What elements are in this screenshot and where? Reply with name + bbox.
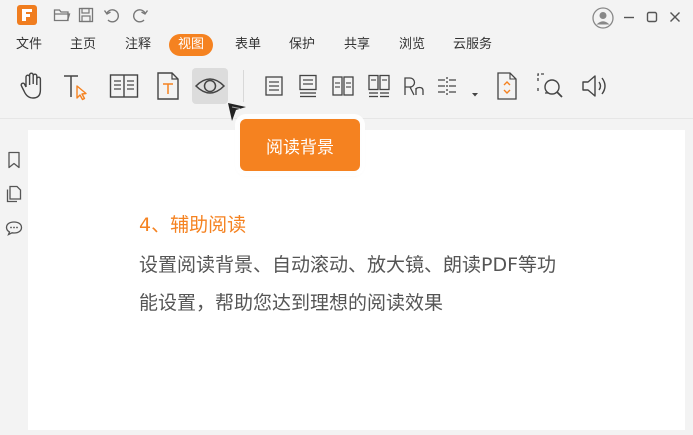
book-view-icon[interactable] (106, 68, 142, 104)
continuous-facing-icon[interactable] (361, 68, 397, 104)
comment-icon[interactable] (5, 219, 23, 237)
menu-file[interactable]: 文件 (16, 34, 42, 56)
bookmark-icon[interactable] (5, 151, 23, 169)
open-folder-icon[interactable] (52, 5, 72, 25)
redo-icon[interactable] (130, 5, 150, 25)
undo-icon[interactable] (102, 5, 122, 25)
single-page-icon[interactable] (256, 68, 292, 104)
menu-protect[interactable]: 保护 (289, 34, 315, 56)
close-icon[interactable] (666, 8, 684, 26)
auto-scroll-icon[interactable] (489, 68, 525, 104)
menu-share[interactable]: 共享 (344, 34, 370, 56)
foxit-logo-icon (17, 5, 37, 25)
reflow-icon[interactable] (396, 68, 432, 104)
facing-pages-icon[interactable] (325, 68, 361, 104)
title-bar (0, 0, 693, 34)
pages-icon[interactable] (5, 185, 23, 203)
hand-tool-icon[interactable] (14, 68, 50, 104)
magnifier-icon[interactable] (532, 68, 568, 104)
text-page-icon[interactable] (150, 68, 186, 104)
menu-form[interactable]: 表单 (235, 34, 261, 56)
menu-view[interactable]: 视图 (169, 34, 214, 56)
tooltip-label: 阅读背景 (266, 137, 334, 158)
split-view-icon[interactable] (432, 68, 462, 104)
menu-cloud[interactable]: 云服务 (453, 34, 492, 56)
view-toolbar (0, 64, 693, 114)
menu-browse[interactable]: 浏览 (399, 34, 425, 56)
maximize-icon[interactable] (643, 8, 661, 26)
toolbar-separator (243, 70, 244, 102)
save-icon[interactable] (76, 5, 96, 25)
eye-icon[interactable] (192, 68, 228, 104)
document-page: 4、辅助阅读 设置阅读背景、自动滚动、放大镜、朗读PDF等功能设置，帮助您达到理… (28, 130, 685, 430)
read-aloud-icon[interactable] (578, 68, 614, 104)
menu-home[interactable]: 主页 (70, 34, 96, 56)
section-heading: 4、辅助阅读 (139, 214, 247, 236)
left-panel (0, 130, 28, 435)
menu-bar: 文件 主页 注释 视图 表单 保护 共享 浏览 云服务 (0, 34, 693, 56)
select-text-icon[interactable] (57, 68, 93, 104)
minimize-icon[interactable] (620, 8, 638, 26)
reading-background-tooltip: 阅读背景 (240, 119, 360, 171)
user-avatar-icon[interactable] (592, 7, 614, 29)
split-view-dropdown-icon[interactable] (471, 83, 479, 102)
continuous-page-icon[interactable] (290, 68, 326, 104)
menu-annotate[interactable]: 注释 (125, 34, 151, 56)
section-body: 设置阅读背景、自动滚动、放大镜、朗读PDF等功能设置，帮助您达到理想的阅读效果 (139, 254, 557, 314)
